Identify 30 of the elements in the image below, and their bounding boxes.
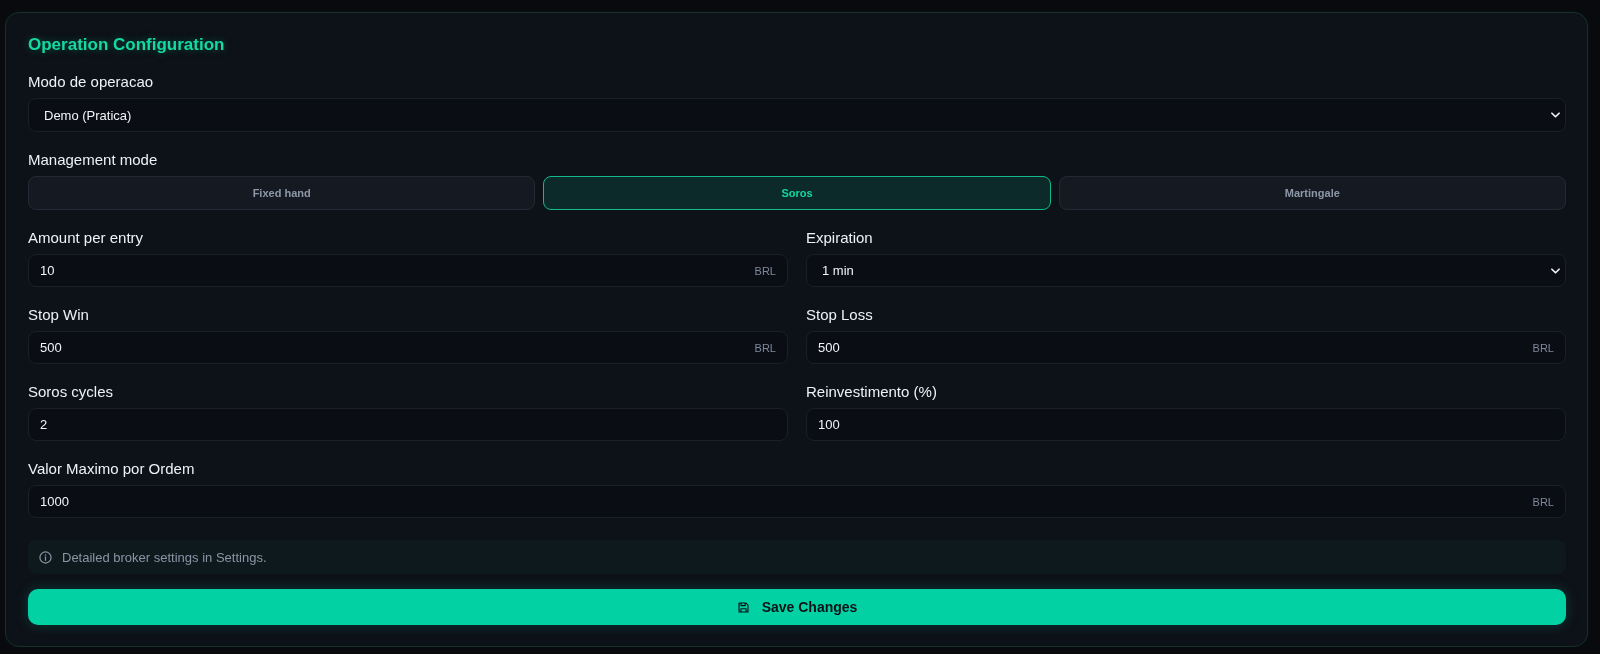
input-field[interactable]: 500 BRL	[28, 331, 788, 364]
field-label: Management mode	[28, 151, 158, 169]
panel-title: Operation Configuration	[28, 35, 225, 55]
field-label: Stop Win	[28, 306, 89, 324]
input-field[interactable]: 1000 BRL	[28, 485, 1566, 518]
input-field[interactable]: 500 BRL	[806, 331, 1566, 364]
input-field[interactable]: 100	[806, 408, 1566, 441]
select-field[interactable]: 1 min	[806, 254, 1566, 287]
field-label: Modo de operacao	[28, 73, 154, 91]
mode-option-button[interactable]: Fixed hand	[28, 176, 536, 210]
currency-suffix: BRL	[1532, 495, 1554, 508]
input-field[interactable]: 2	[28, 408, 788, 441]
chevron-icon	[1551, 112, 1560, 118]
currency-suffix: BRL	[1532, 341, 1554, 354]
field-label: Expiration	[806, 229, 873, 247]
field-label: Stop Loss	[806, 306, 873, 324]
mode-option-button[interactable]: Martingale	[1058, 176, 1566, 210]
field-label: Soros cycles	[28, 383, 114, 401]
currency-suffix: BRL	[754, 341, 776, 354]
field-label: Valor Maximo por Ordem	[28, 460, 195, 478]
input-field[interactable]: 10 BRL	[28, 254, 788, 287]
chevron-icon	[1551, 267, 1560, 274]
field-label: Amount per entry	[28, 229, 144, 247]
select-field[interactable]: Demo (Pratica)	[28, 98, 1566, 132]
info-text: Detailed broker settings in Settings.	[62, 549, 267, 565]
mode-option-button[interactable]: Soros	[543, 176, 1051, 210]
field-label: Reinvestimento (%)	[806, 383, 937, 401]
currency-suffix: BRL	[754, 264, 776, 277]
info-icon	[39, 550, 52, 564]
save-changes-button[interactable]: Save Changes	[28, 589, 1566, 625]
